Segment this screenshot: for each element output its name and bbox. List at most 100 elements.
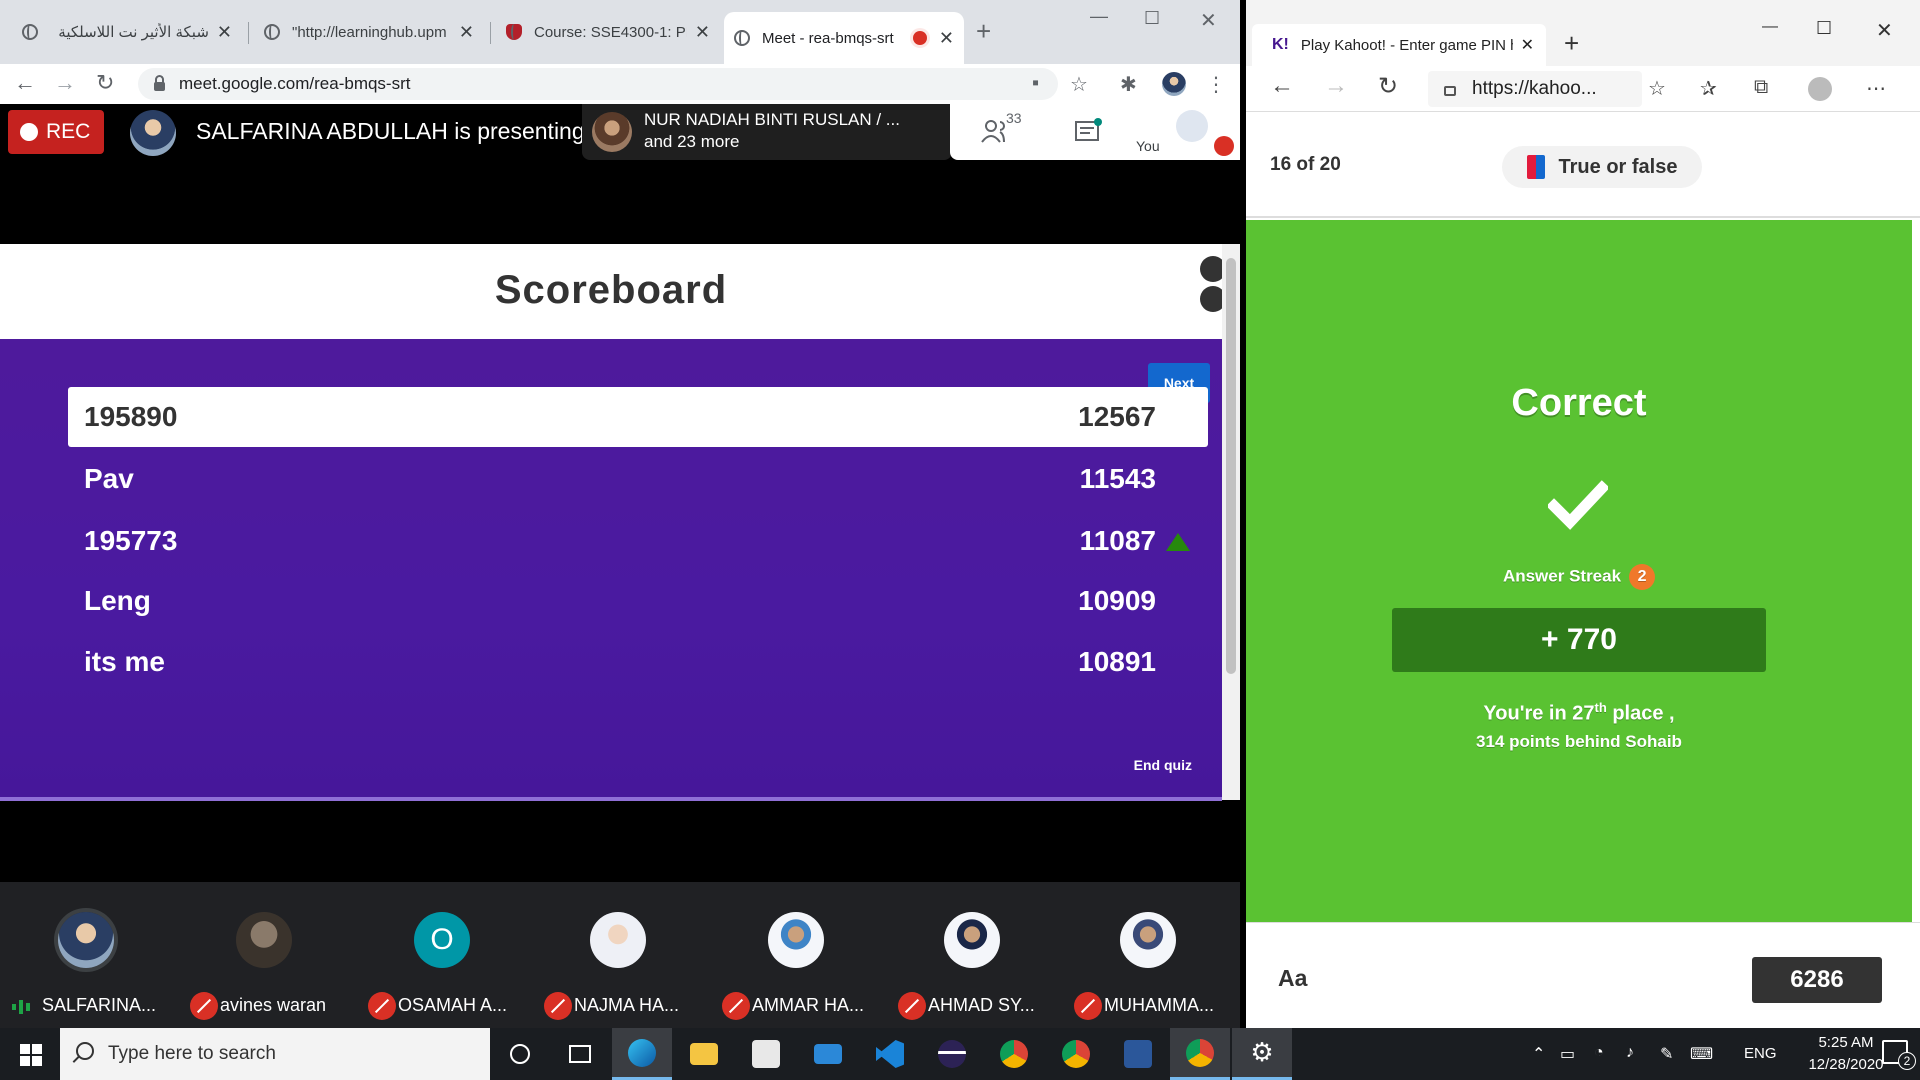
volume-icon[interactable]: ♪ (1626, 1044, 1634, 1062)
menu-icon[interactable]: ⋮ (1206, 72, 1226, 97)
back-icon[interactable]: ← (14, 70, 36, 96)
scoreboard-row: Pav 11543 (84, 463, 1156, 494)
edge-taskbar-icon[interactable] (612, 1028, 672, 1080)
participant-tile[interactable]: O OSAMAH A... (356, 882, 530, 1028)
maximize-button[interactable]: ☐ (1144, 8, 1160, 29)
favorites-list-icon[interactable]: ✰ (1700, 76, 1717, 101)
reload-icon[interactable]: ↻ (96, 70, 114, 96)
rank-up-icon (1166, 533, 1190, 551)
battery-icon[interactable]: ▭ (1560, 1044, 1575, 1064)
result-panel: Correct Answer Streak 2 + 770 You're in 2… (1246, 220, 1912, 922)
tab-learninghub[interactable]: "http://learninghub.upm ✕ (254, 14, 484, 50)
more-icon[interactable]: ⋯ (1866, 76, 1886, 101)
self-avatar (1176, 110, 1208, 142)
tab-kahoot[interactable]: K! Play Kahoot! - Enter game PIN here ✕ (1252, 24, 1546, 66)
scoreboard-row: Leng 10909 (84, 585, 1156, 616)
close-tab-icon[interactable]: ✕ (695, 22, 710, 43)
back-icon[interactable]: ← (1270, 72, 1294, 100)
scoreboard-row: 195890 12567 (68, 387, 1208, 447)
edge-tabstrip: K! Play Kahoot! - Enter game PIN here ✕ … (1246, 0, 1920, 66)
language-indicator[interactable]: ENG (1744, 1045, 1777, 1062)
new-tab-button[interactable]: + (1564, 28, 1579, 59)
close-tab-icon[interactable]: ✕ (939, 28, 954, 49)
close-tab-icon[interactable]: ✕ (1521, 35, 1534, 55)
participant-avatar (58, 912, 114, 968)
clock-time[interactable]: 5:25 AM (1806, 1034, 1886, 1051)
system-tray: ⌃ ▭ ◔ ♪ ✎ ⌨ ENG 5:25 AM 12/28/2020 2 (1520, 1028, 1920, 1080)
extensions-icon[interactable]: ✱ (1120, 72, 1137, 97)
address-bar[interactable]: meet.google.com/rea-bmqs-srt (138, 68, 1058, 100)
clock-date[interactable]: 12/28/2020 (1806, 1056, 1886, 1073)
participant-tile[interactable]: AHMAD SY... (886, 882, 1060, 1028)
participants-strip: SALFARINA... avines waran O OSAMAH A... … (0, 882, 1240, 1028)
keyboard-icon[interactable]: ⌨ (1690, 1044, 1713, 1064)
place-text: You're in 27th place , (1483, 700, 1675, 725)
rec-badge[interactable]: REC (8, 110, 104, 154)
tab-meet[interactable]: Meet - rea-bmqs-srt ✕ (724, 12, 964, 64)
chevron-up-icon[interactable]: ⌃ (1532, 1044, 1545, 1064)
refresh-icon[interactable]: ↻ (1378, 72, 1398, 101)
tab-course[interactable]: Course: SSE4300-1: PEN ✕ (496, 14, 720, 50)
mic-off-icon (1214, 136, 1234, 156)
maximize-button[interactable]: ☐ (1816, 18, 1832, 39)
tab-separator (248, 22, 249, 44)
settings-icon[interactable]: ⚙ (1232, 1028, 1292, 1080)
participant-tile[interactable]: MUHAMMA... (1062, 882, 1236, 1028)
camera-icon[interactable]: ▪ (1032, 72, 1039, 95)
word-icon[interactable] (1108, 1028, 1168, 1080)
points-earned: + 770 (1392, 608, 1766, 672)
vscode-icon[interactable] (860, 1028, 920, 1080)
taskbar: Type here to search ⚙ ⌃ ▭ ◔ ♪ ✎ ⌨ ENG 5:… (0, 1028, 1920, 1080)
scrollbar[interactable] (1222, 244, 1240, 800)
answer-streak: Answer Streak 2 (1246, 564, 1912, 590)
forward-icon[interactable]: → (1324, 72, 1348, 100)
question-type-badge: True or false (1502, 146, 1702, 188)
participant-tile[interactable]: SALFARINA... (0, 882, 174, 1028)
task-view-icon[interactable] (550, 1028, 610, 1080)
end-quiz-link[interactable]: End quiz (1134, 757, 1192, 773)
participant-tile[interactable]: NAJMA HA... (532, 882, 706, 1028)
scrollbar-thumb[interactable] (1226, 258, 1236, 674)
participant-tile[interactable]: avines waran (178, 882, 352, 1028)
participant-tile[interactable]: AMMAR HA... (710, 882, 884, 1028)
scoreboard-title: Scoreboard (494, 268, 728, 312)
cortana-icon[interactable] (490, 1028, 550, 1080)
address-bar[interactable]: https://kahoo... (1428, 71, 1642, 107)
new-tab-button[interactable]: + (976, 16, 991, 47)
chrome-icon[interactable] (1046, 1028, 1106, 1080)
taskbar-search[interactable]: Type here to search (60, 1028, 490, 1080)
collections-icon[interactable]: ⧉ (1754, 76, 1768, 99)
chrome-icon-2[interactable] (984, 1028, 1044, 1080)
pen-icon[interactable]: ✎ (1660, 1044, 1673, 1064)
favorite-icon[interactable]: ☆ (1648, 76, 1666, 101)
kahoot-icon: K! (1272, 36, 1289, 53)
profile-icon[interactable] (1808, 77, 1832, 101)
wifi-icon[interactable]: ◔ (1594, 1044, 1604, 1062)
star-icon[interactable]: ☆ (1070, 72, 1088, 97)
close-window-button[interactable]: ✕ (1876, 18, 1893, 43)
eclipse-icon[interactable] (922, 1028, 982, 1080)
close-tab-icon[interactable]: ✕ (217, 22, 232, 43)
file-explorer-icon[interactable] (674, 1028, 734, 1080)
store-icon[interactable] (736, 1028, 796, 1080)
scoreboard-row: 195773 11087 (68, 511, 1208, 571)
notification-count: 2 (1898, 1052, 1916, 1070)
close-window-button[interactable]: ✕ (1200, 8, 1217, 33)
checkmark-icon (1548, 480, 1608, 530)
kahoot-header: 16 of 20 True or false (1246, 112, 1920, 218)
windows-start-icon[interactable] (20, 1044, 42, 1066)
meet-controls: 33 You (950, 104, 1240, 160)
mail-icon[interactable] (798, 1028, 858, 1080)
presentation-info[interactable]: NUR NADIAH BINTI RUSLAN / ... and 23 mor… (582, 104, 952, 160)
tab-alather[interactable]: شبكة الأثير نت اللاسلكية ✕ (12, 14, 242, 50)
result-title: Correct (1511, 382, 1647, 424)
minimize-button[interactable]: — (1090, 6, 1108, 27)
chat-icon[interactable] (1074, 118, 1104, 146)
profile-avatar[interactable] (1162, 72, 1186, 96)
close-tab-icon[interactable]: ✕ (459, 22, 474, 43)
question-progress: 16 of 20 (1270, 154, 1341, 175)
chrome-active-icon[interactable] (1170, 1028, 1230, 1080)
shield-icon (506, 24, 522, 40)
forward-icon[interactable]: → (54, 70, 76, 96)
minimize-button[interactable]: — (1762, 18, 1778, 36)
